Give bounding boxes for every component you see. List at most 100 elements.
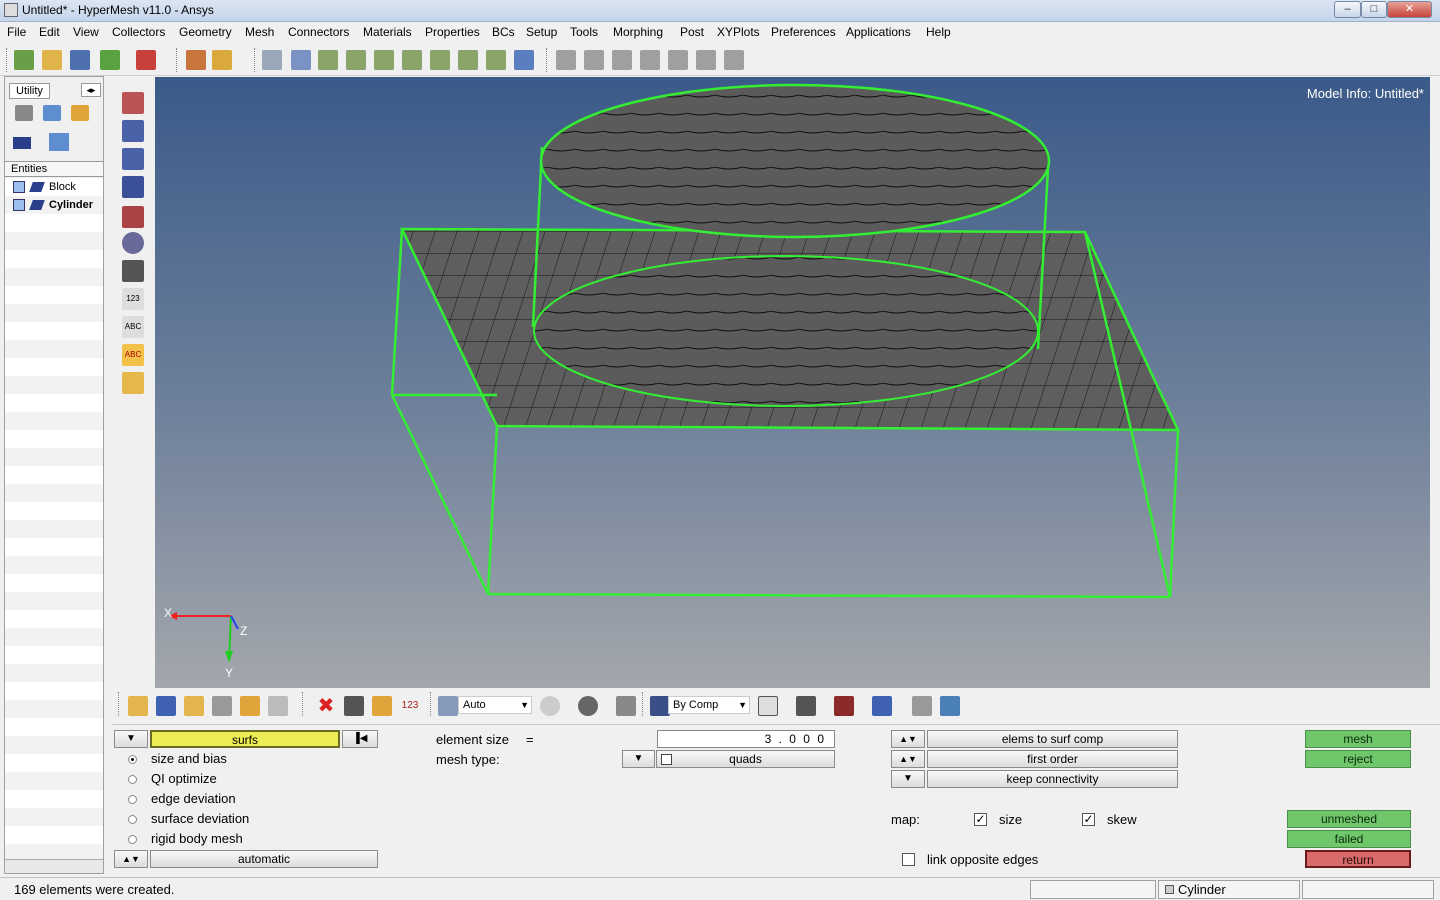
radio-edge-deviation[interactable] — [128, 795, 137, 804]
export-icon[interactable] — [136, 50, 156, 70]
zoom-window-icon[interactable] — [584, 50, 604, 70]
auto-mode-select[interactable]: Auto ▼ — [458, 696, 532, 714]
menu-view[interactable]: View — [73, 25, 99, 39]
browser-tool-icon[interactable] — [43, 105, 61, 121]
rotate-icon[interactable] — [724, 50, 744, 70]
browser-tool-icon[interactable] — [71, 105, 89, 121]
shaded-icon[interactable] — [122, 206, 144, 228]
elems-to-surf-comp-toggle[interactable]: elems to surf comp — [927, 730, 1178, 748]
material-view-icon[interactable] — [212, 696, 232, 716]
cube-icon[interactable] — [616, 696, 636, 716]
radio-rigid-body-mesh[interactable] — [128, 835, 137, 844]
save-model-icon[interactable] — [70, 50, 90, 70]
vertical-arrows-icon[interactable] — [696, 50, 716, 70]
binoculars-icon[interactable] — [122, 260, 144, 282]
toggle-arrows-2[interactable]: ▲▼ — [891, 750, 925, 768]
mesh-display-icon[interactable] — [122, 176, 144, 198]
zoom-icon[interactable] — [262, 50, 282, 70]
menu-collectors[interactable]: Collectors — [112, 25, 165, 39]
pan-icon[interactable] — [612, 50, 632, 70]
element-size-input[interactable]: 3 . 0 0 0 — [657, 730, 835, 748]
user-profile-icon[interactable] — [186, 50, 206, 70]
shaded-elements-icon[interactable] — [796, 696, 816, 716]
tab-utility[interactable]: Utility — [9, 83, 50, 99]
view-yz-left-icon[interactable] — [430, 50, 450, 70]
geometry-display-icon[interactable] — [872, 696, 892, 716]
find-icon[interactable] — [122, 148, 144, 170]
hand-icon[interactable] — [640, 50, 660, 70]
entity-type-dropdown[interactable]: ▼ — [114, 730, 148, 748]
mesh-button[interactable]: mesh — [1305, 730, 1411, 748]
unmeshed-button[interactable]: unmeshed — [1287, 810, 1411, 828]
fit-icon[interactable] — [556, 50, 576, 70]
menu-morphing[interactable]: Morphing — [613, 25, 663, 39]
maximize-button[interactable]: □ — [1361, 1, 1387, 18]
map-skew-checkbox[interactable]: ✓ — [1082, 813, 1095, 826]
undo-view-icon[interactable] — [291, 50, 311, 70]
view-xz-top-icon[interactable] — [374, 50, 394, 70]
menu-geometry[interactable]: Geometry — [179, 25, 232, 39]
radio-size-and-bias[interactable] — [128, 755, 137, 764]
list-item[interactable]: Cylinder — [13, 196, 93, 214]
toggle-dropdown-3[interactable]: ▼ — [891, 770, 925, 788]
minimize-button[interactable]: – — [1334, 1, 1361, 18]
view-xy-bottom-icon[interactable] — [346, 50, 366, 70]
menu-file[interactable]: File — [7, 25, 26, 39]
tab-scroll-arrows[interactable]: ◂▸ — [81, 83, 101, 97]
import-icon[interactable] — [100, 50, 120, 70]
transparency-icon[interactable] — [912, 696, 932, 716]
monitor-icon[interactable] — [940, 696, 960, 716]
menu-mesh[interactable]: Mesh — [245, 25, 274, 39]
radio-surface-deviation[interactable] — [128, 815, 137, 824]
link-opposite-edges-checkbox[interactable] — [902, 853, 915, 866]
labels-icon[interactable]: ABC — [122, 316, 144, 338]
menu-xyplots[interactable]: XYPlots — [717, 25, 760, 39]
connector-icon[interactable] — [344, 696, 364, 716]
current-component-cell[interactable]: Cylinder — [1158, 880, 1300, 899]
model-browser-icon[interactable] — [212, 50, 232, 70]
view-options-icon[interactable] — [514, 50, 534, 70]
card-icon[interactable] — [122, 372, 144, 394]
color-by-icon[interactable] — [650, 696, 670, 716]
mask-icon[interactable] — [122, 92, 144, 114]
display-icon[interactable] — [122, 120, 144, 142]
first-order-toggle[interactable]: first order — [927, 750, 1178, 768]
label-highlight-icon[interactable]: ABC — [122, 344, 144, 366]
toggle-arrows-1[interactable]: ▲▼ — [891, 730, 925, 748]
menu-preferences[interactable]: Preferences — [771, 25, 836, 39]
feature-lines-icon[interactable] — [834, 696, 854, 716]
lasso-icon[interactable] — [540, 696, 560, 716]
horizontal-arrows-icon[interactable] — [668, 50, 688, 70]
menu-bcs[interactable]: BCs — [492, 25, 515, 39]
delete-icon[interactable]: ✖ — [316, 696, 336, 716]
radio-qi-optimize[interactable] — [128, 775, 137, 784]
numbers-icon[interactable]: 123 — [122, 288, 144, 310]
menu-materials[interactable]: Materials — [363, 25, 412, 39]
close-button[interactable]: ✕ — [1387, 1, 1432, 18]
browser-tool-icon[interactable] — [49, 133, 69, 151]
color-mode-select[interactable]: By Comp ▼ — [668, 696, 750, 714]
menu-connectors[interactable]: Connectors — [288, 25, 349, 39]
property-view-icon[interactable] — [184, 696, 204, 716]
component-view-icon[interactable] — [128, 696, 148, 716]
view-iso-icon[interactable] — [486, 50, 506, 70]
browser-tool-icon[interactable] — [13, 137, 31, 149]
target-icon[interactable] — [122, 232, 144, 254]
new-model-icon[interactable] — [14, 50, 34, 70]
load-collector-icon[interactable] — [240, 696, 260, 716]
browser-tool-icon[interactable] — [15, 105, 33, 121]
mesh-type-dropdown[interactable]: ▼ — [622, 750, 655, 768]
view-xy-top-icon[interactable] — [318, 50, 338, 70]
menu-properties[interactable]: Properties — [425, 25, 480, 39]
view-xz-bottom-icon[interactable] — [402, 50, 422, 70]
mode-toggle-automatic[interactable]: automatic — [150, 850, 378, 868]
list-item[interactable]: Block — [13, 178, 76, 196]
component-display-icon[interactable] — [156, 696, 176, 716]
auto-color-icon[interactable] — [438, 696, 458, 716]
reset-selection-button[interactable]: ▐◀ — [342, 730, 378, 748]
organize-icon[interactable] — [372, 696, 392, 716]
failed-button[interactable]: failed — [1287, 830, 1411, 848]
map-size-checkbox[interactable]: ✓ — [974, 813, 987, 826]
mode-toggle-arrows[interactable]: ▲▼ — [114, 850, 148, 868]
return-button[interactable]: return — [1305, 850, 1411, 868]
